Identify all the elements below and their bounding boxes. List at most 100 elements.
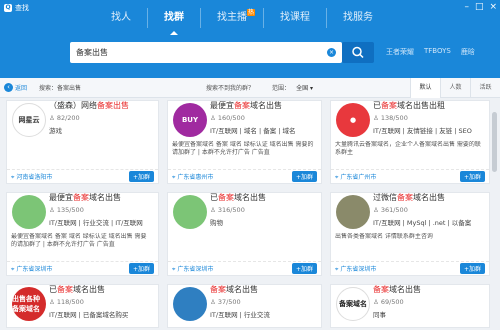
tab-find-groups[interactable]: 找群	[148, 8, 201, 35]
member-count-text: 118/500	[56, 298, 84, 306]
group-info: 备案域名出售 ♙ 37/500 IT/互联网 | 行业交流	[210, 285, 318, 319]
search-input[interactable]	[76, 48, 327, 57]
group-description: 最便宜备案域名 备案 域名 绿标认证 域名出售 需要的请加群了 | 本群不允许打…	[11, 233, 147, 248]
group-name-pre: 最便宜	[49, 193, 73, 202]
group-name-highlight: 备案	[73, 193, 89, 202]
group-tags: IT/互联网 | 行业交流 | IT/互联网	[49, 219, 143, 227]
people-icon: ♙	[210, 298, 216, 306]
group-name-post: 域名出售出租	[397, 101, 445, 110]
scope-label: 范围：	[272, 85, 291, 92]
group-info: 最便宜备案域名出售 ♙ 160/500 IT/互联网 | 域名 | 备案 | 域名	[210, 101, 318, 135]
group-avatar[interactable]	[173, 195, 207, 229]
group-avatar[interactable]	[336, 195, 370, 229]
group-tags: IT/互联网 | 友情链接 | 友链 | SEO	[373, 127, 472, 135]
trending-item[interactable]: 鹿晗	[461, 47, 475, 57]
group-name[interactable]: 最便宜备案域名出售	[49, 193, 155, 203]
location-pin-icon: ⌖	[11, 173, 15, 181]
group-name[interactable]: 已备案域名出售	[210, 193, 318, 203]
group-avatar[interactable]: 出售各种备案域名	[12, 287, 46, 321]
group-avatar[interactable]	[173, 287, 207, 321]
tab-find-streamers-label: 找主播	[217, 12, 247, 23]
group-card[interactable]: 出售各种备案域名 已备案域名出售 ♙ 118/500 IT/互联网 | 已备案域名购买	[6, 284, 159, 328]
group-name-pre: 已	[373, 101, 381, 110]
people-icon: ♙	[373, 298, 379, 306]
group-name-post: 域名出售	[389, 285, 421, 294]
back-label: 返回	[15, 85, 28, 92]
location-text: 广东省广州市	[340, 173, 377, 181]
group-name[interactable]: 备案域名出售	[210, 285, 318, 295]
member-count: ♙ 82/200	[49, 114, 155, 122]
group-avatar-text: 出售各种备案域名	[12, 295, 40, 313]
group-info: 最便宜备案域名出售 ♙ 135/500 IT/互联网 | 行业交流 | IT/互联网	[49, 193, 155, 227]
group-name-post: 域名出售	[413, 193, 445, 202]
group-name[interactable]: 最便宜备案域名出售	[210, 101, 318, 111]
group-name-post: 域名出售	[226, 285, 258, 294]
group-avatar[interactable]: 备案域名	[336, 287, 370, 321]
member-count: ♙ 160/500	[210, 114, 318, 122]
group-info: 已备案域名出售 ♙ 118/500 IT/互联网 | 已备案域名购买	[49, 285, 155, 319]
group-card[interactable]: 过微信备案域名出售 ♙ 361/500 IT/互联网 | MySql | .net |…	[330, 192, 490, 276]
group-avatar[interactable]	[12, 195, 46, 229]
group-card[interactable]: BUY 最便宜备案域名出售 ♙ 160/500 IT/互联网 | 域名 | 备案 | 域…	[167, 100, 322, 184]
card-footer: ⌖ 广东省深圳市 +加群	[7, 261, 158, 275]
sort-default-tab[interactable]: 默认	[410, 77, 440, 98]
people-icon: ♙	[49, 114, 55, 122]
group-name[interactable]: 备案域名出售	[373, 285, 486, 295]
member-count-text: 69/500	[380, 298, 404, 306]
search-box: ×	[70, 42, 342, 63]
group-name[interactable]: 过微信备案域名出售	[373, 193, 486, 203]
close-icon[interactable]: ×	[489, 2, 497, 12]
minimize-icon[interactable]: –	[464, 2, 469, 12]
group-avatar[interactable]: 网星云	[12, 103, 46, 137]
group-name[interactable]: 已备案域名出售	[49, 285, 155, 295]
tab-find-streamers[interactable]: 找主播热	[201, 8, 264, 28]
trending-item[interactable]: 王者荣耀	[386, 47, 414, 57]
group-name[interactable]: 已备案域名出售出租	[373, 101, 486, 111]
location-text: 广东省惠州市	[177, 173, 214, 181]
scope-select[interactable]: 全国 ▾	[296, 83, 313, 92]
group-info: 备案域名出售 ♙ 69/500 同事	[373, 285, 486, 319]
not-found-link[interactable]: 搜索不到我的群？	[206, 83, 254, 92]
join-group-button[interactable]: +加群	[459, 171, 485, 182]
back-button[interactable]: ‹ 返回	[4, 83, 27, 92]
sort-members-tab[interactable]: 人数	[440, 77, 470, 98]
location-text: 广东省深圳市	[340, 265, 377, 273]
tab-find-services[interactable]: 找服务	[327, 8, 389, 28]
group-avatar-text: BUY	[181, 116, 199, 124]
group-card[interactable]: 备案域名出售 ♙ 37/500 IT/互联网 | 行业交流	[167, 284, 322, 328]
people-icon: ♙	[210, 114, 216, 122]
window-title: Q 查找	[4, 3, 29, 13]
join-group-button[interactable]: +加群	[459, 263, 485, 274]
group-card[interactable]: 已备案域名出售 ♙ 316/500 购物 ⌖ 广东省深圳市 +加群	[167, 192, 322, 276]
group-avatar-text: 网星云	[18, 116, 40, 124]
people-icon: ♙	[210, 206, 216, 214]
member-count: ♙ 316/500	[210, 206, 318, 214]
join-group-button[interactable]: +加群	[291, 171, 317, 182]
group-card[interactable]: 网星云 （盛森）网络备案出售 ♙ 82/200 游戏 ⌖ 河南省洛阳市 +加群	[6, 100, 159, 184]
member-count-text: 37/500	[217, 298, 241, 306]
search-button[interactable]	[342, 42, 374, 63]
group-card[interactable]: 最便宜备案域名出售 ♙ 135/500 IT/互联网 | 行业交流 | IT/互联网最…	[6, 192, 159, 276]
sort-active-tab[interactable]: 活跃	[470, 77, 500, 98]
tab-find-courses[interactable]: 找课程	[264, 8, 327, 28]
member-count: ♙ 135/500	[49, 206, 155, 214]
group-name[interactable]: （盛森）网络备案出售	[49, 101, 155, 111]
join-group-button[interactable]: +加群	[291, 263, 317, 274]
group-card[interactable]: 备案域名 备案域名出售 ♙ 69/500 同事	[330, 284, 490, 328]
maximize-icon[interactable]: □	[475, 2, 484, 12]
card-footer: ⌖ 广东省深圳市 +加群	[331, 261, 489, 275]
group-name-pre: （盛森）网络	[49, 101, 97, 110]
chevron-down-icon: ▾	[310, 85, 314, 92]
group-avatar[interactable]: ●	[336, 103, 370, 137]
group-card[interactable]: ● 已备案域名出售出租 ♙ 138/500 IT/互联网 | 友情链接 | 友链 | S…	[330, 100, 490, 184]
trending-item[interactable]: TFBOYS	[424, 47, 451, 57]
group-avatar[interactable]: BUY	[173, 103, 207, 137]
member-count: ♙ 37/500	[210, 298, 318, 306]
clear-search-icon[interactable]: ×	[327, 48, 336, 57]
card-footer: ⌖ 河南省洛阳市 +加群	[7, 169, 158, 183]
join-group-button[interactable]: +加群	[128, 263, 154, 274]
join-group-button[interactable]: +加群	[128, 171, 154, 182]
group-name-post: 域名出售	[250, 101, 282, 110]
tab-find-people[interactable]: 找人	[95, 8, 148, 28]
scrollbar[interactable]	[492, 112, 497, 172]
